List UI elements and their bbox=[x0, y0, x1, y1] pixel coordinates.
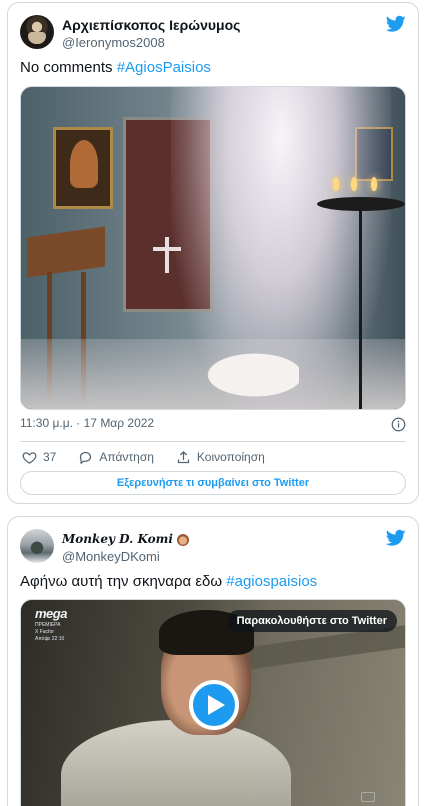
reply-button[interactable]: Απάντηση bbox=[78, 450, 154, 465]
monkey-emoji-icon bbox=[176, 533, 189, 546]
like-button[interactable]: 37 bbox=[22, 450, 56, 465]
user-block[interactable]: Monkey D. Komi @MonkeyDKomi bbox=[62, 531, 189, 565]
display-name[interactable]: Αρχιεπίσκοπος Ιερώνυμος bbox=[62, 17, 240, 34]
image-candle-stand bbox=[359, 207, 362, 409]
tweet-text: Αφήνω αυτή την σκηναρα εδω #agiospaisios bbox=[20, 572, 317, 592]
timestamp-row: 11:30 μ.μ. · 17 Μαρ 2022 bbox=[20, 416, 406, 436]
reply-label: Απάντηση bbox=[99, 450, 154, 464]
share-label: Κοινοποίηση bbox=[196, 450, 265, 464]
caption-icon bbox=[361, 792, 375, 802]
tweet-card[interactable]: Αρχιεπίσκοπος Ιερώνυμος @Ieronymos2008 N… bbox=[7, 2, 419, 504]
image-cross bbox=[153, 237, 181, 273]
heart-icon bbox=[22, 451, 37, 464]
play-icon bbox=[208, 695, 225, 715]
action-bar: 37 Απάντηση Κοινοποίηση bbox=[22, 447, 287, 467]
user-block[interactable]: Αρχιεπίσκοπος Ιερώνυμος @Ieronymos2008 bbox=[62, 17, 240, 51]
display-name-text: Monkey D. Komi bbox=[62, 532, 173, 546]
tweet-header: Monkey D. Komi @MonkeyDKomi bbox=[20, 529, 406, 569]
tweet-text-body: Αφήνω αυτή την σκηναρα εδω bbox=[20, 573, 227, 590]
handle[interactable]: @Ieronymos2008 bbox=[62, 35, 240, 51]
image-figure bbox=[189, 345, 299, 405]
image-icon-painting bbox=[53, 127, 113, 209]
tweet-text-body: No comments bbox=[20, 59, 117, 76]
image-candle-flame bbox=[351, 177, 357, 191]
watch-on-twitter-button[interactable]: Παρακολουθήστε στο Twitter bbox=[226, 610, 397, 632]
reply-icon bbox=[80, 451, 92, 464]
hashtag-link[interactable]: #agiospaisios bbox=[226, 573, 317, 590]
channel-line: Απόψε 22:10 bbox=[35, 636, 65, 642]
channel-overlay-text: ΠΡΕΜΙΕΡΑ X Factor Απόψε 22:10 bbox=[35, 622, 64, 643]
tweet-text: No comments #AgiosPaisios bbox=[20, 58, 211, 78]
share-icon bbox=[177, 450, 190, 463]
handle[interactable]: @MonkeyDKomi bbox=[62, 549, 189, 565]
info-icon[interactable] bbox=[391, 417, 406, 432]
timestamp[interactable]: 11:30 μ.μ. · 17 Μαρ 2022 bbox=[20, 416, 154, 430]
tweet-image[interactable] bbox=[20, 86, 406, 410]
tweet-header: Αρχιεπίσκοπος Ιερώνυμος @Ieronymos2008 bbox=[20, 15, 406, 55]
explore-twitter-button[interactable]: Εξερευνήστε τι συμβαίνει στο Twitter bbox=[20, 471, 406, 495]
hashtag-link[interactable]: #AgiosPaisios bbox=[117, 59, 211, 76]
twitter-bird-icon[interactable] bbox=[386, 529, 406, 547]
image-candle-flame bbox=[333, 177, 339, 191]
channel-line: X Factor bbox=[35, 629, 54, 635]
image-candle-flame bbox=[371, 177, 377, 191]
avatar[interactable] bbox=[20, 529, 54, 563]
display-name[interactable]: Monkey D. Komi bbox=[62, 531, 189, 548]
play-button[interactable] bbox=[189, 680, 239, 730]
channel-logo: mega bbox=[35, 606, 67, 621]
channel-line: ΠΡΕΜΙΕΡΑ bbox=[35, 622, 61, 628]
tweet-card[interactable]: Monkey D. Komi @MonkeyDKomi Αφήνω αυτή τ… bbox=[7, 516, 419, 806]
share-button[interactable]: Κοινοποίηση bbox=[176, 450, 265, 465]
avatar[interactable] bbox=[20, 15, 54, 49]
tweet-video[interactable]: mega ΠΡΕΜΙΕΡΑ X Factor Απόψε 22:10 Παρακ… bbox=[20, 599, 406, 806]
twitter-bird-icon[interactable] bbox=[386, 15, 406, 33]
like-count: 37 bbox=[43, 450, 57, 464]
divider bbox=[20, 441, 406, 442]
